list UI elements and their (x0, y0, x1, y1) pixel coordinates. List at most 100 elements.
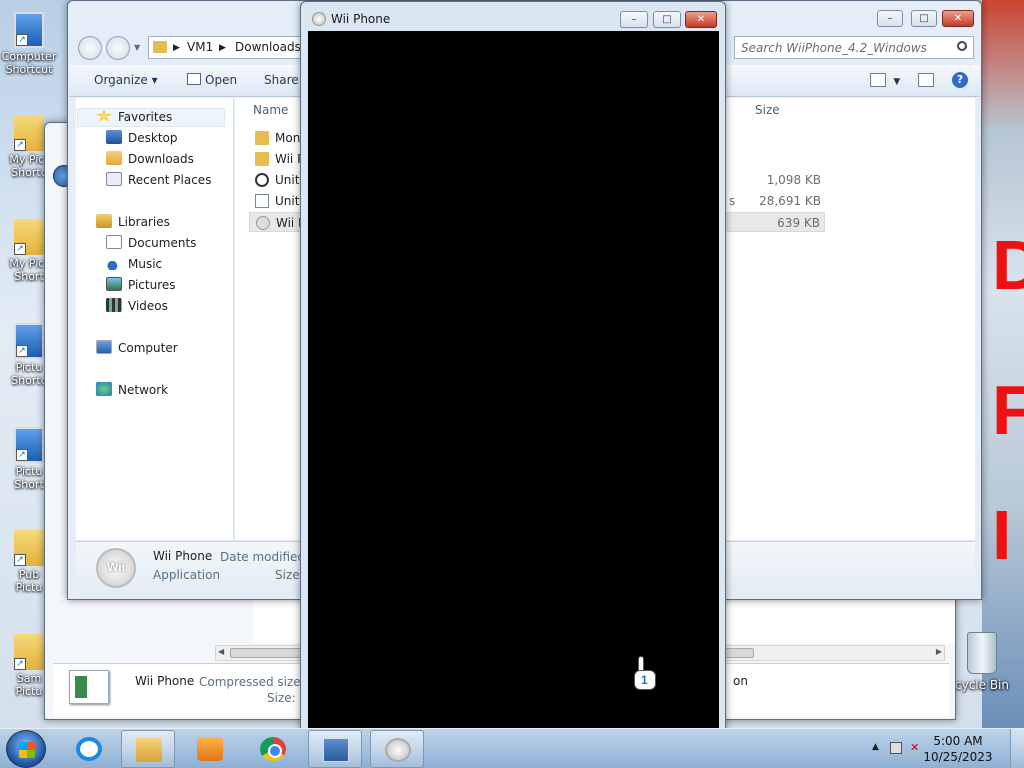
nav-videos[interactable]: Videos (106, 298, 168, 318)
wallpaper-right-strip (982, 0, 1024, 728)
recycle-bin-icon (967, 632, 997, 674)
column-header-size[interactable]: Size (755, 103, 780, 117)
wii-app-icon (256, 216, 270, 230)
star-icon (96, 109, 112, 122)
details-partial-text: on (733, 674, 748, 688)
search-input[interactable]: Search WiiPhone_4.2_Windows (734, 36, 974, 59)
taskbar-virtual-keyboard[interactable] (308, 730, 362, 768)
start-button[interactable] (6, 730, 46, 768)
pictures-icon (106, 277, 122, 291)
view-dropdown-chevron-icon[interactable]: ▼ (893, 77, 900, 87)
nav-network[interactable]: Network (96, 382, 168, 402)
nav-pictures[interactable]: Pictures (106, 277, 176, 297)
folder-icon (255, 131, 269, 145)
taskbar-explorer[interactable] (121, 730, 175, 768)
minimize-button[interactable]: – (620, 11, 648, 28)
column-header-name[interactable]: Name (253, 103, 288, 117)
breadcrumb-downloads[interactable]: Downloads (235, 40, 301, 54)
details-file-name: Wii Phone (153, 549, 213, 563)
game-canvas[interactable]: 1 (308, 31, 719, 731)
file-thumbnail-icon (69, 670, 109, 704)
nav-documents[interactable]: Documents (106, 235, 196, 255)
organize-button[interactable]: Organize ▾ (94, 73, 158, 87)
folder-icon: ↗ (14, 219, 44, 255)
network-icon (96, 382, 112, 396)
folder-icon (136, 738, 162, 762)
folder-icon: ↗ (14, 115, 44, 151)
scroll-right-arrow-icon[interactable]: ▶ (936, 647, 942, 656)
recent-places-icon (106, 172, 122, 186)
pictures-shortcut-icon: ↗ (14, 427, 44, 463)
open-button[interactable]: Open (187, 73, 237, 87)
nav-music[interactable]: Music (106, 256, 162, 276)
details-file-type: Application (153, 568, 221, 582)
maximize-button[interactable]: □ (653, 11, 681, 28)
taskbar-wii-phone[interactable] (370, 730, 424, 768)
nav-libraries[interactable]: Libraries (96, 214, 170, 234)
videos-icon (106, 298, 122, 312)
windows-logo-icon (19, 742, 35, 758)
close-button[interactable]: ✕ (942, 10, 974, 27)
search-icon (957, 41, 967, 51)
clock-time[interactable]: 5:00 AM (918, 734, 998, 748)
pointer-player-number: 1 (641, 673, 648, 687)
preview-pane-icon[interactable] (918, 73, 935, 87)
breadcrumb-separator-icon[interactable]: ▶ (219, 43, 226, 53)
wiimote-pointer-icon: 1 (634, 656, 660, 696)
wii-app-icon (385, 738, 411, 762)
wallpaper-letter: I (992, 496, 1012, 574)
clock-date[interactable]: 10/25/2023 (918, 750, 998, 764)
folder-icon (153, 41, 167, 53)
search-placeholder: Search WiiPhone_4.2_Windows (741, 41, 927, 55)
pictures-shortcut-icon: ↗ (14, 323, 44, 359)
close-button[interactable]: ✕ (685, 11, 717, 28)
wii-phone-window[interactable]: Wii Phone – □ ✕ 1 (300, 1, 726, 731)
taskbar-chrome[interactable] (246, 730, 300, 768)
wii-logo-icon: Wii (96, 548, 136, 588)
maximize-button[interactable]: □ (911, 10, 937, 27)
package-icon (255, 194, 269, 208)
address-box[interactable]: ▶ VM1 ▶ Downloads (148, 36, 320, 59)
folder-icon: ↗ (14, 530, 44, 566)
recent-pages-chevron-icon[interactable]: ▼ (134, 43, 140, 52)
internet-explorer-icon (76, 737, 102, 761)
nav-recent-places[interactable]: Recent Places (106, 172, 211, 192)
desktop-icon-computer-shortcut[interactable]: ↗ Computer Shortcut (0, 12, 58, 76)
window-title: Wii Phone (331, 12, 391, 26)
chrome-icon (260, 737, 286, 761)
open-icon (187, 73, 201, 85)
show-hidden-icons-chevron-icon[interactable]: ▲ (872, 742, 884, 754)
forward-button[interactable] (106, 36, 130, 60)
breadcrumb-vm1[interactable]: VM1 (187, 40, 213, 54)
keyboard-app-icon (323, 738, 349, 762)
help-icon[interactable]: ? (952, 72, 968, 88)
navigation-pane: Favorites Desktop Downloads Recent Place… (76, 98, 234, 540)
nav-computer[interactable]: Computer (96, 340, 178, 360)
folder-icon (255, 152, 269, 166)
back-button[interactable] (78, 36, 102, 60)
network-status-icon[interactable] (890, 742, 902, 754)
notification-area: ▲ ✕ 5:00 AM 10/25/2023 (864, 729, 1024, 768)
nav-downloads[interactable]: Downloads (106, 151, 194, 171)
scroll-left-arrow-icon[interactable]: ◀ (218, 647, 224, 656)
taskbar: ▲ ✕ 5:00 AM 10/25/2023 (0, 728, 1024, 768)
computer-icon (96, 340, 112, 354)
music-note-icon (106, 256, 122, 270)
downloads-folder-icon (106, 151, 122, 165)
nav-desktop[interactable]: Desktop (106, 130, 178, 150)
media-player-icon (197, 737, 223, 761)
unity-icon (255, 173, 269, 187)
taskbar-media-player[interactable] (183, 730, 237, 768)
libraries-icon (96, 214, 112, 228)
details-name: Wii Phone (135, 674, 195, 688)
minimize-button[interactable]: – (877, 10, 903, 27)
taskbar-internet-explorer[interactable] (62, 730, 116, 768)
folder-icon: ↗ (14, 634, 44, 670)
nav-favorites[interactable]: Favorites (96, 109, 172, 129)
desktop-icon (106, 130, 122, 144)
change-view-icon[interactable] (869, 73, 886, 87)
breadcrumb-separator-icon[interactable]: ▶ (173, 43, 180, 53)
desktop-icon-recycle-bin[interactable]: cycle Bin (952, 632, 1012, 692)
show-desktop-button[interactable] (1010, 729, 1024, 768)
view-controls: ▼ ? (856, 72, 968, 88)
